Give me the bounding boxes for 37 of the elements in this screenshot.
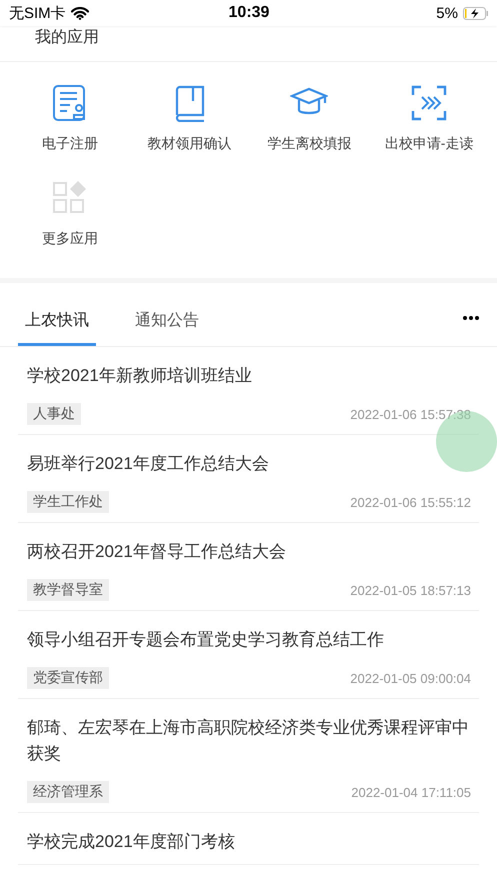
news-title: 易班举行2021年度工作总结大会 <box>27 453 270 475</box>
app-shortcut[interactable]: 电子注册 <box>10 84 130 153</box>
clock-time: 10:39 <box>228 4 270 22</box>
news-item[interactable]: 两校召开2021年督导工作总结大会 教学督导室 2022-01-05 18:57:13 <box>18 523 479 611</box>
app-shortcut[interactable]: 更多应用 <box>10 179 130 248</box>
news-item[interactable]: 易班举行2021年度工作总结大会 学生工作处 2022-01-06 15:55:12 <box>18 435 479 523</box>
scan-frame-icon <box>411 84 448 122</box>
news-title: 学校2021年新教师培训班结业 <box>27 365 253 387</box>
news-title: 领导小组召开专题会布置党史学习教育总结工作 <box>27 629 385 651</box>
publish-time: 2022-01-04 17:11:05 <box>351 784 471 800</box>
news-item[interactable]: 郁琦、左宏琴在上海市高职院校经济类专业优秀课程评审中获奖 经济管理系 2022-01-04 17:11:05 <box>18 699 479 813</box>
news-title: 郁琦、左宏琴在上海市高职院校经济类专业优秀课程评审中获奖 <box>27 717 470 765</box>
carrier-text: 无SIM卡 <box>9 4 66 22</box>
news-item[interactable]: 领导小组召开专题会布置党史学习教育总结工作 党委宣传部 2022-01-05 09:00:04 <box>18 611 479 699</box>
app-shortcut[interactable]: 出校申请-走读 <box>369 84 489 153</box>
publish-time: 2022-01-06 15:55:12 <box>350 494 471 510</box>
book-icon <box>174 84 206 122</box>
more-icon[interactable] <box>463 316 479 320</box>
news-tab[interactable]: 上农快讯 <box>18 289 96 346</box>
section-title: 我的应用 <box>35 29 99 46</box>
battery-percent: 5% <box>436 4 458 22</box>
app-shortcut[interactable]: 教材领用确认 <box>130 84 250 153</box>
department-tag: 经济管理系 <box>27 781 109 803</box>
news-title: 学校完成2021年度部门考核 <box>27 831 236 853</box>
news-item[interactable]: 学校完成2021年度部门考核 <box>18 813 479 865</box>
battery-charging-icon <box>462 6 489 20</box>
document-stamp-icon <box>52 84 88 122</box>
news-tab[interactable]: 通知公告 <box>128 289 206 346</box>
wifi-icon <box>70 6 89 20</box>
department-tag: 教学督导室 <box>27 579 109 601</box>
app-shortcut[interactable]: 学生离校填报 <box>250 84 370 153</box>
department-tag: 党委宣传部 <box>27 667 109 689</box>
department-tag: 人事处 <box>27 403 81 425</box>
news-title: 两校召开2021年督导工作总结大会 <box>27 541 287 563</box>
department-tag: 学生工作处 <box>27 491 109 513</box>
publish-time: 2022-01-05 09:00:04 <box>350 670 471 686</box>
publish-time: 2022-01-05 18:57:13 <box>350 582 471 598</box>
